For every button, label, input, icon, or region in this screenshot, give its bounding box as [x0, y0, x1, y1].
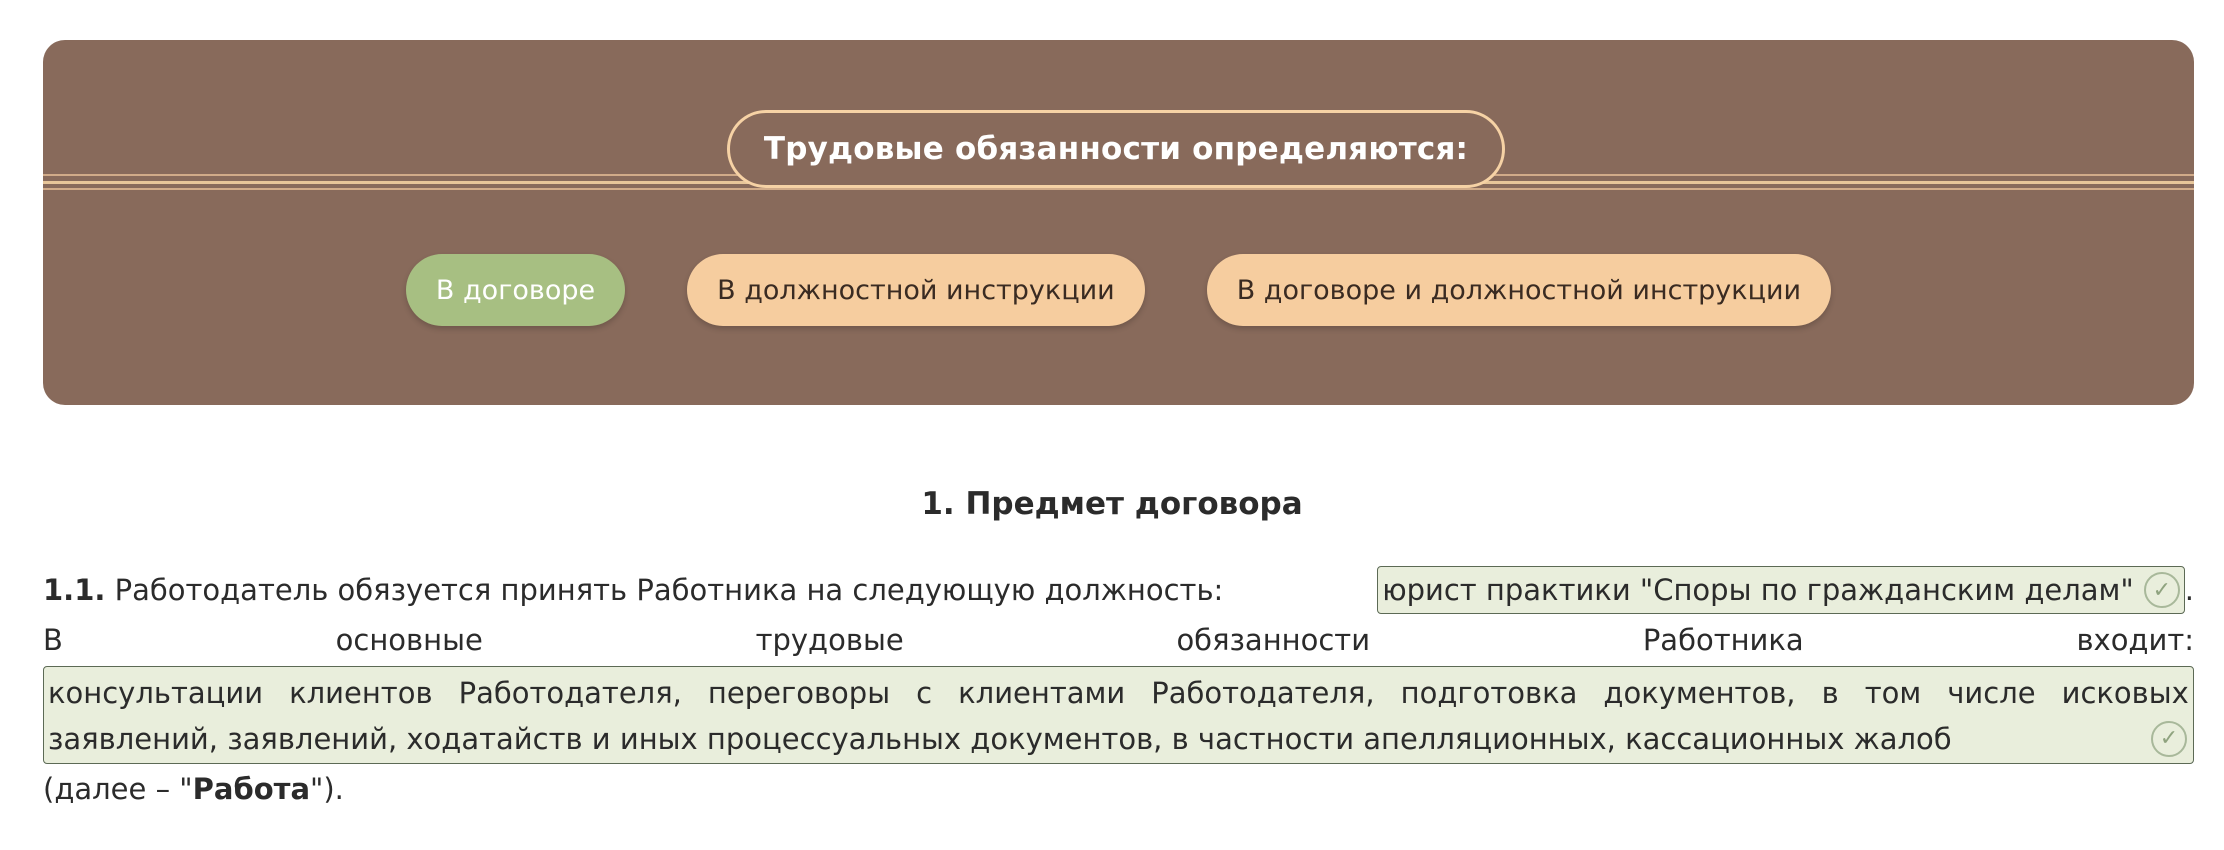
duties-row-word: документов,: [1603, 676, 1796, 710]
duties-row-word: подготовка: [1400, 676, 1578, 710]
duties-row-word: исковых: [2061, 676, 2189, 710]
duties-intro-line: В основные трудовые обязанности Работник…: [43, 618, 2194, 662]
duties-word: Работника: [1642, 623, 1804, 657]
duties-word: входит:: [2076, 623, 2194, 657]
duties-word: трудовые: [755, 623, 904, 657]
duties-row-word: клиентами: [958, 676, 1126, 710]
position-suffix: .: [2184, 573, 2194, 607]
question-title: Трудовые обязанности определяются:: [727, 110, 1505, 188]
definition-suffix: ").: [310, 772, 344, 806]
duties-row-2: заявлений, заявлений, ходатайств и иных …: [48, 716, 2189, 762]
option-in-contract[interactable]: В договоре: [405, 254, 626, 326]
duties-row-word: с: [916, 676, 933, 710]
duties-word: основные: [335, 623, 483, 657]
duties-row-word: переговоры: [707, 676, 891, 710]
clause-1-1-line: 1.1. Работодатель обязуется принять Рабо…: [43, 566, 2194, 614]
check-circle-icon: ✓: [2143, 572, 2180, 608]
duties-row-word: Работодателя,: [1151, 676, 1375, 710]
duties-row-word: клиентов: [289, 676, 433, 710]
duties-word: обязанности: [1176, 623, 1371, 657]
duties-field[interactable]: консультации клиентов Работодателя, пере…: [43, 666, 2194, 764]
section-title: 1. Предмет договора: [921, 486, 1303, 522]
position-value: юрист практики "Споры по гражданским дел…: [1382, 573, 2134, 607]
option-in-job-description[interactable]: В должностной инструкции: [687, 254, 1145, 326]
position-field-wrap: юрист практики "Споры по гражданским дел…: [1377, 566, 2194, 614]
duties-word: В: [43, 623, 63, 657]
answer-options: В договоре В должностной инструкции В до…: [43, 254, 2194, 326]
page: Трудовые обязанности определяются: В дог…: [0, 0, 2224, 850]
definition-line: (далее – "Работа").: [43, 766, 2194, 812]
clause-lead-text: Работодатель обязуется принять Работника…: [114, 573, 1224, 607]
duties-row-word: Работодателя,: [458, 676, 682, 710]
position-field[interactable]: юрист практики "Споры по гражданским дел…: [1377, 566, 2185, 614]
duties-row-1: консультации клиентов Работодателя, пере…: [48, 670, 2189, 716]
option-in-contract-and-job-description[interactable]: В договоре и должностной инструкции: [1206, 254, 1832, 326]
clause-lead: 1.1. Работодатель обязуется принять Рабо…: [43, 573, 1223, 607]
duties-row-word: числе: [1947, 676, 2036, 710]
clause-number: 1.1.: [43, 573, 106, 607]
duties-row-word: в: [1821, 676, 1839, 710]
duties-row-word: том: [1864, 676, 1922, 710]
duties-row-word: консультации: [48, 676, 264, 710]
definition-prefix: (далее – ": [43, 772, 193, 806]
question-panel: Трудовые обязанности определяются: В дог…: [43, 40, 2194, 405]
check-circle-icon: ✓: [2151, 721, 2187, 757]
duties-row-2-text: заявлений, заявлений, ходатайств и иных …: [48, 722, 1952, 756]
definition-term: Работа: [192, 772, 311, 806]
